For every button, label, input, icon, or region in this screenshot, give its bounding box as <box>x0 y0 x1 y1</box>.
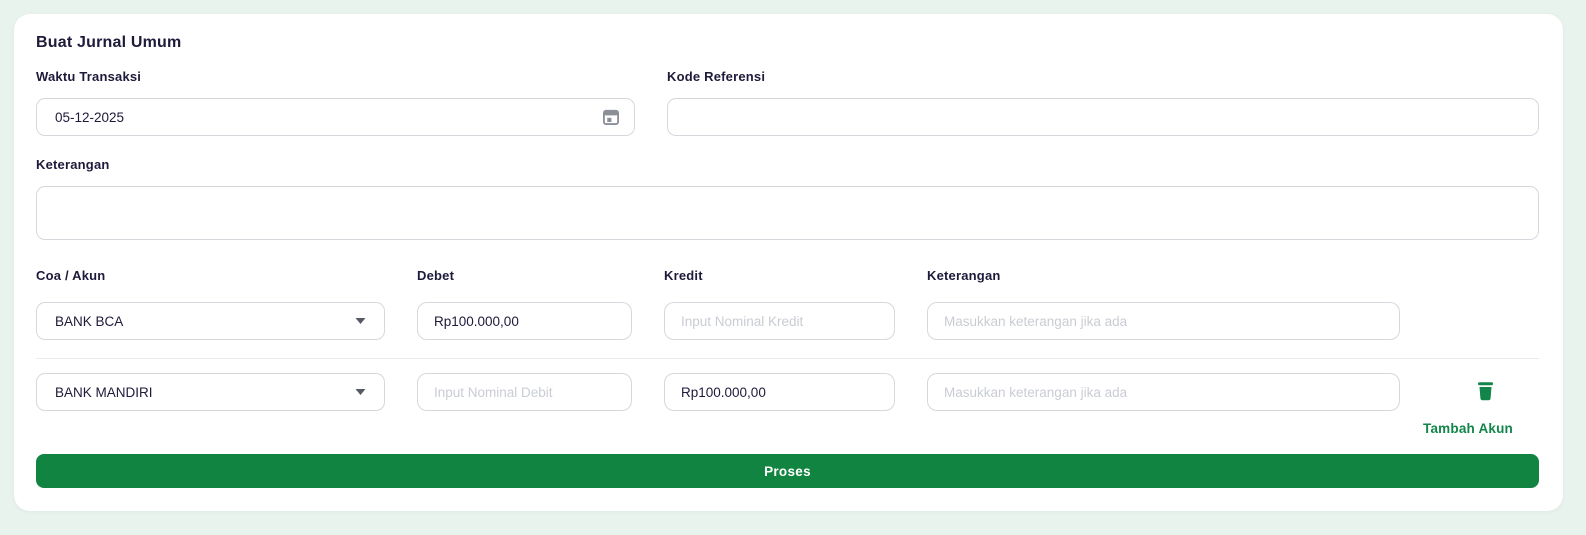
tambah-akun-link[interactable]: Tambah Akun <box>1423 421 1513 436</box>
kredit-header: Kredit <box>664 268 703 283</box>
kode-referensi-field: Kode Referensi <box>667 69 1539 136</box>
kode-referensi-input[interactable] <box>667 98 1539 136</box>
coa-select-row-2[interactable]: BANK MANDIRI <box>36 373 385 411</box>
waktu-transaksi-field: Waktu Transaksi <box>36 69 635 136</box>
keterangan-input-row-2[interactable] <box>927 373 1400 411</box>
page-title: Buat Jurnal Umum <box>36 34 182 51</box>
trash-icon <box>1476 380 1495 404</box>
keterangan-textarea[interactable] <box>36 186 1539 240</box>
journal-row-2: BANK MANDIRI <box>36 373 1539 411</box>
debet-input-row-2[interactable] <box>417 373 632 411</box>
delete-row-button[interactable] <box>1471 377 1501 407</box>
kode-referensi-label: Kode Referensi <box>667 69 766 84</box>
debet-input-row-1[interactable] <box>417 302 632 340</box>
transaction-fields-row: Waktu Transaksi Kode Referensi <box>36 69 1539 136</box>
keterangan-field: Keterangan <box>36 157 1539 245</box>
keterangan-label: Keterangan <box>36 157 110 172</box>
chevron-down-icon <box>355 389 366 396</box>
calendar-icon[interactable] <box>600 106 622 128</box>
kredit-input-row-1[interactable] <box>664 302 895 340</box>
chevron-down-icon <box>355 318 366 325</box>
waktu-transaksi-input[interactable] <box>36 98 635 136</box>
keterangan-input-row-1[interactable] <box>927 302 1400 340</box>
journal-row-1: BANK BCA <box>36 302 1539 340</box>
create-journal-card: Buat Jurnal Umum Waktu Transaksi Kode Re… <box>14 14 1563 511</box>
journal-column-headers: Coa / Akun Debet Kredit Keterangan <box>36 268 1539 283</box>
coa-select-row-1[interactable]: BANK BCA <box>36 302 385 340</box>
kredit-input-row-2[interactable] <box>664 373 895 411</box>
coa-select-value: BANK MANDIRI <box>55 384 153 400</box>
keterangan-header: Keterangan <box>927 268 1001 283</box>
debet-header: Debet <box>417 268 455 283</box>
row-divider <box>36 358 1539 359</box>
tambah-akun-row: Tambah Akun <box>36 420 1539 438</box>
coa-akun-header: Coa / Akun <box>36 268 106 283</box>
proses-button[interactable]: Proses <box>36 454 1539 488</box>
waktu-transaksi-input-wrap <box>36 84 635 136</box>
waktu-transaksi-label: Waktu Transaksi <box>36 69 142 84</box>
coa-select-value: BANK BCA <box>55 313 124 329</box>
